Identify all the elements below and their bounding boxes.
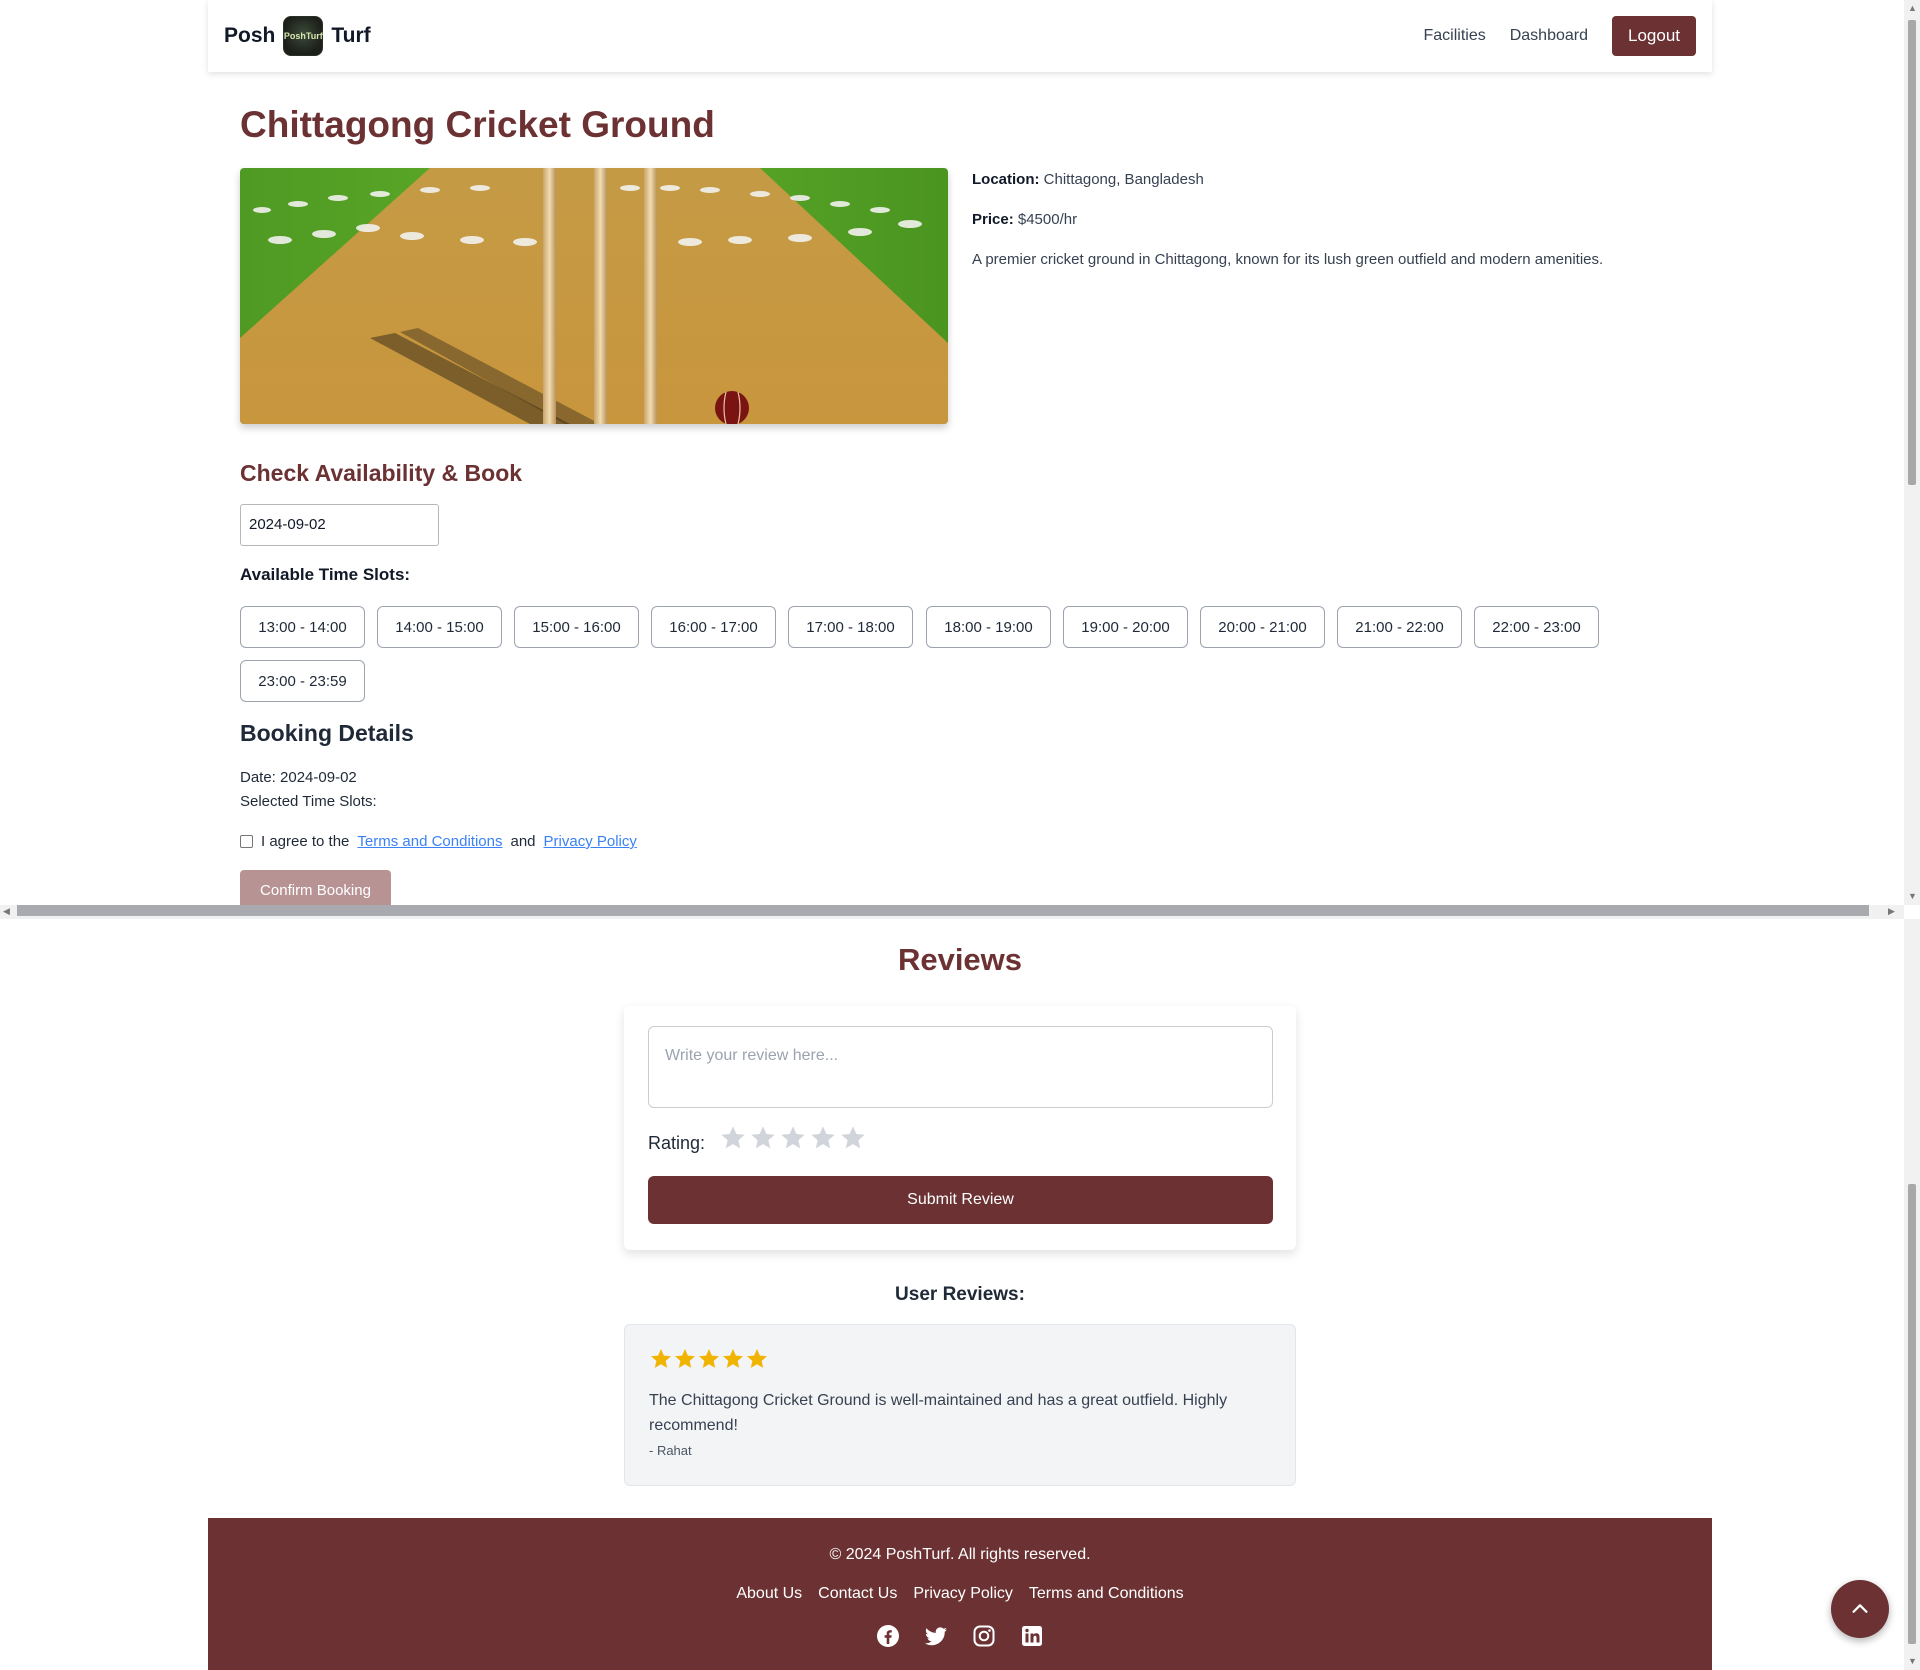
facility-info: Location: Chittagong, Bangladesh Price: … (972, 170, 1672, 290)
logout-button[interactable]: Logout (1612, 16, 1696, 56)
price-value: $4500/hr (1017, 211, 1078, 228)
review-form: Write your review here... Rating: Submit… (624, 1006, 1296, 1250)
date-input[interactable]: 2024-09-02 (240, 504, 439, 546)
footer-link-privacy[interactable]: Privacy Policy (913, 1585, 1013, 1603)
scrollbar-thumb[interactable] (1908, 1184, 1916, 1644)
footer-link-contact[interactable]: Contact Us (818, 1585, 897, 1603)
star-icon[interactable] (779, 1124, 807, 1152)
footer-link-terms[interactable]: Terms and Conditions (1029, 1585, 1184, 1603)
scroll-left-arrow-icon[interactable]: ◀ (3, 906, 10, 917)
time-slot-button[interactable]: 14:00 - 15:00 (377, 606, 502, 648)
terms-agreement: I agree to the Terms and Conditions and … (240, 833, 637, 850)
terms-link[interactable]: Terms and Conditions (357, 833, 502, 850)
submit-review-button[interactable]: Submit Review (648, 1176, 1273, 1224)
star-icon[interactable] (839, 1124, 867, 1152)
scroll-down-arrow-icon[interactable]: ▼ (1908, 891, 1917, 901)
navbar: Posh PoshTurf Turf Facilities Dashboard … (208, 0, 1712, 72)
review-author: - Rahat (649, 1443, 692, 1458)
time-slot-button[interactable]: 16:00 - 17:00 (651, 606, 776, 648)
rating-label: Rating: (648, 1133, 706, 1153)
instagram-icon[interactable] (972, 1624, 996, 1648)
scrollbar-thumb[interactable] (1908, 20, 1916, 485)
copyright: © 2024 PoshTurf. All rights reserved. (829, 1546, 1091, 1563)
time-slot-button[interactable]: 18:00 - 19:00 (926, 606, 1051, 648)
review-stars (649, 1347, 769, 1371)
vertical-scrollbar[interactable]: ▼ (1904, 919, 1920, 1670)
time-slot-button[interactable]: 19:00 - 20:00 (1063, 606, 1188, 648)
cricket-pitch-image (240, 168, 948, 424)
footer-link-about[interactable]: About Us (736, 1585, 802, 1603)
price-label: Price: (972, 211, 1014, 228)
scroll-down-arrow-icon[interactable]: ▼ (1908, 1656, 1917, 1666)
review-text: The Chittagong Cricket Ground is well-ma… (649, 1392, 1228, 1434)
facebook-icon[interactable] (876, 1624, 900, 1648)
confirm-booking-button[interactable]: Confirm Booking (240, 870, 391, 905)
time-slot-button[interactable]: 17:00 - 18:00 (788, 606, 913, 648)
scroll-up-arrow-icon[interactable]: ▲ (1908, 3, 1917, 13)
twitter-icon[interactable] (924, 1624, 948, 1648)
star-icon (651, 1349, 671, 1368)
rating-stars (719, 1124, 867, 1152)
booking-date: Date: 2024-09-02 (240, 769, 357, 786)
facility-image (240, 168, 948, 424)
time-slot-button[interactable]: 15:00 - 16:00 (514, 606, 639, 648)
scroll-right-arrow-icon[interactable]: ▶ (1888, 906, 1895, 917)
star-icon (747, 1349, 767, 1368)
scroll-to-top-button[interactable] (1831, 1580, 1889, 1638)
nav-link-facilities[interactable]: Facilities (1423, 27, 1485, 45)
brand[interactable]: Posh PoshTurf Turf (224, 16, 371, 56)
facility-page: Posh PoshTurf Turf Facilities Dashboard … (0, 0, 1904, 905)
agree-and: and (510, 833, 536, 850)
time-slot-button[interactable]: 13:00 - 14:00 (240, 606, 365, 648)
agree-checkbox[interactable] (240, 835, 253, 848)
facility-description: A premier cricket ground in Chittagong, … (972, 251, 1604, 268)
user-review-card: The Chittagong Cricket Ground is well-ma… (624, 1324, 1296, 1486)
scrollbar-thumb[interactable] (17, 905, 1869, 916)
star-icon[interactable] (749, 1124, 777, 1152)
time-slot-button[interactable]: 21:00 - 22:00 (1337, 606, 1462, 648)
user-reviews-heading: User Reviews: (895, 1284, 1025, 1305)
agree-prefix: I agree to the (261, 833, 350, 850)
star-icon (675, 1349, 695, 1368)
chevron-up-icon (1852, 1604, 1868, 1613)
time-slot-button[interactable]: 20:00 - 21:00 (1200, 606, 1325, 648)
location-label: Location: (972, 171, 1040, 188)
vertical-scrollbar[interactable]: ▲ ▼ (1904, 0, 1920, 905)
star-icon[interactable] (719, 1124, 747, 1152)
star-icon (699, 1349, 719, 1368)
footer: © 2024 PoshTurf. All rights reserved. Ab… (208, 1518, 1712, 1670)
privacy-link[interactable]: Privacy Policy (544, 833, 637, 850)
nav-link-dashboard[interactable]: Dashboard (1510, 27, 1588, 45)
booking-heading: Booking Details (240, 720, 414, 746)
page-title: Chittagong Cricket Ground (240, 104, 715, 145)
availability-heading: Check Availability & Book (240, 460, 523, 486)
time-slot-button[interactable]: 22:00 - 23:00 (1474, 606, 1599, 648)
brand-logo: PoshTurf (283, 16, 324, 56)
horizontal-scrollbar[interactable]: ◀ ▶ (0, 905, 1904, 919)
social-links (208, 1624, 1712, 1648)
star-icon[interactable] (809, 1124, 837, 1152)
booking-selected-slots: Selected Time Slots: (240, 793, 377, 810)
review-textarea[interactable]: Write your review here... (648, 1026, 1273, 1108)
linkedin-icon[interactable] (1020, 1624, 1044, 1648)
star-icon (723, 1349, 743, 1368)
brand-text-left: Posh (224, 24, 276, 47)
reviews-heading: Reviews (897, 942, 1023, 977)
footer-links: About Us Contact Us Privacy Policy Terms… (208, 1585, 1712, 1603)
location-value: Chittagong, Bangladesh (1043, 171, 1204, 188)
time-slot-button[interactable]: 23:00 - 23:59 (240, 660, 365, 702)
brand-text-right: Turf (331, 24, 371, 47)
brand-logo-text: PoshTurf (283, 31, 323, 41)
time-slots-label: Available Time Slots: (240, 565, 411, 584)
